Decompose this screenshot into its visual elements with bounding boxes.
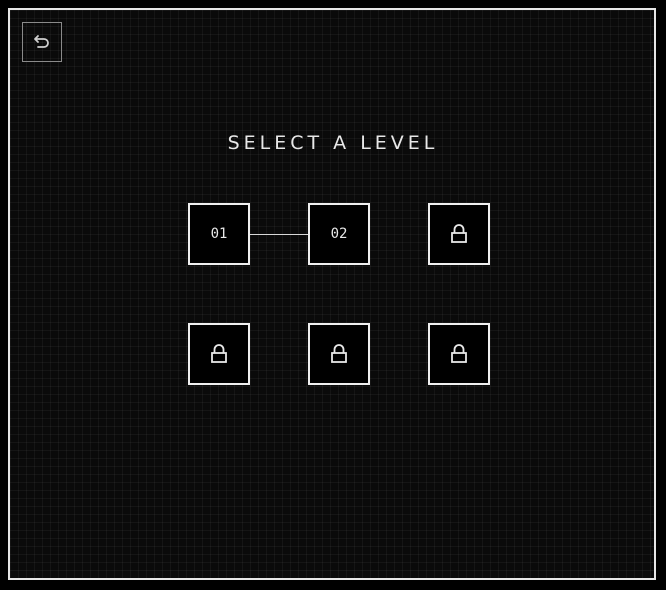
level-button-locked-6[interactable] [428,323,490,385]
lock-icon [450,343,468,365]
level-button-01[interactable]: 01 [188,203,250,265]
level-connector [250,234,308,235]
level-button-locked-5[interactable] [308,323,370,385]
undo-arrow-icon [32,32,52,52]
game-frame [8,8,656,580]
level-button-locked-3[interactable] [428,203,490,265]
level-label: 02 [330,226,348,242]
page-title: SELECT A LEVEL [227,132,439,154]
level-button-locked-4[interactable] [188,323,250,385]
lock-icon [450,223,468,245]
level-button-02[interactable]: 02 [308,203,370,265]
lock-icon [330,343,348,365]
level-label: 01 [210,226,228,242]
lock-icon [210,343,228,365]
back-button[interactable] [22,22,62,62]
